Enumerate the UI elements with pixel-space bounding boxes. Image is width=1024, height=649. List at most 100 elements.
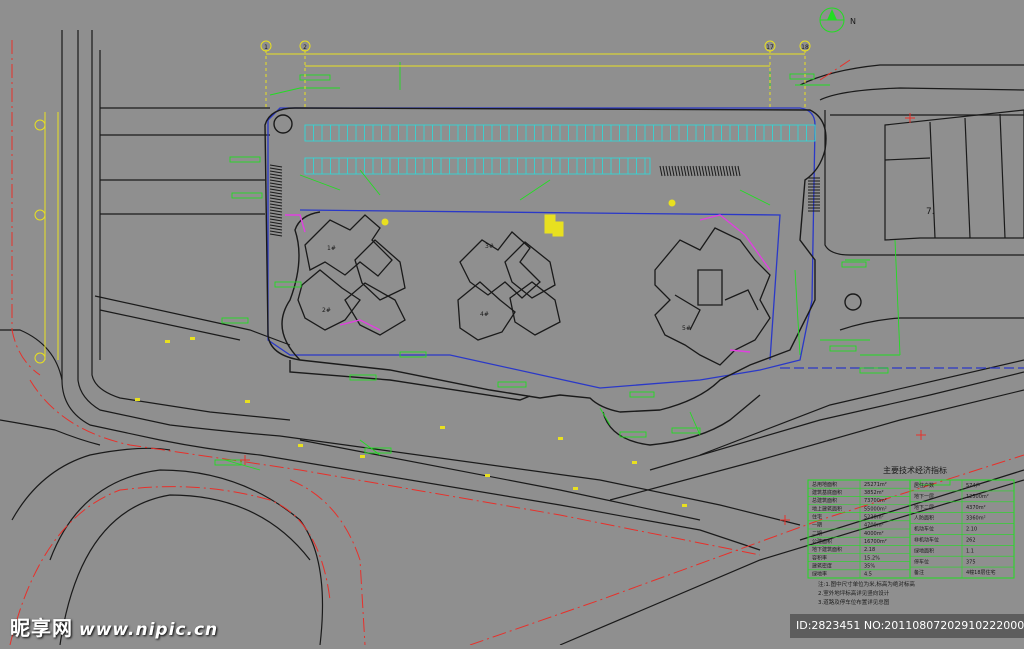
road-marker [573,487,578,490]
table-note: 3.道路及停车位布置详见总图 [818,598,890,606]
building-edges-magenta [285,214,771,353]
road-marker [360,455,365,458]
cad-site-plan: 1 2 17 18 N 1# 2# 3# 4# 5# 7. 主要技术经济指标 总… [0,0,1024,646]
north-label: N [850,17,856,26]
table-cell-value: 5230m² [864,515,884,521]
table-cell-value: 25271m² [864,482,887,488]
table-note: 2.室外地坪标高详见竖向设计 [818,589,890,597]
hatch-line [269,203,283,207]
table-cell-value: 4700m² [864,523,884,529]
road-marker [165,340,170,343]
hatch-line [269,227,283,231]
watermark-brand-text: 昵享网 [10,616,73,640]
annotation-tag [274,281,302,288]
hatch-line [731,165,735,177]
table-cell-label: 停车位 [914,558,929,565]
building-label: 5# [682,325,691,332]
annotation-tag [859,367,889,374]
road-marker [632,461,637,464]
hatch-line [269,173,283,177]
road-marker [245,400,250,403]
parking-row [304,157,651,175]
hatch-line [269,221,283,225]
yellow-markers [381,199,676,237]
road-marker [135,398,140,401]
road-centerlines [9,40,1024,646]
table-cell-label: 二期 [812,531,822,537]
table-cell-value: 3360m² [966,516,986,522]
building-label: 1# [327,245,336,252]
building-label: 2# [322,307,331,314]
hatch-line [269,176,283,180]
hatch-line [269,200,283,204]
table-cell-label: 建筑基底面积 [812,489,842,496]
hatch-line [722,165,726,177]
hatch-line [725,165,729,177]
road-marker [682,504,687,507]
road-marker [485,474,490,477]
grid-axis-bubbles: 1 2 17 18 [260,40,811,52]
annotation-tag [841,261,867,268]
table-cell-value: 73700m² [864,498,887,504]
grid-axis-label: 2 [303,44,307,51]
table-cell-value: 55000m² [864,506,887,512]
image-id-bar: ID:2823451 NO:20110807202910222000 [790,614,1024,638]
table-cell-label: 备注 [914,569,924,576]
table-note: 注:1.图中尺寸单位为米,标高为绝对标高 [818,580,915,588]
table-cell-value: 16700m² [864,539,887,545]
table-cell-value: 4.5 [864,572,872,578]
site-contour [264,107,862,446]
table-cell-label: 地下一层 [914,493,934,500]
table-cell-value: 4370m² [966,505,986,511]
table-cell-label: 容积率 [812,554,827,561]
road-marker [190,337,195,340]
grid-axis-label: 1 [264,44,268,51]
hatch-line [710,165,714,177]
hatch-line [269,224,283,228]
site-boundary [267,107,1024,389]
table-cell-value: 4幢18层住宅 [966,569,996,576]
hatch-line [269,170,283,174]
watermark-site-text: www.nipic.cn [79,620,219,640]
hatch-line [269,218,283,222]
hatch-line [707,165,711,177]
annotation-tag [497,381,527,388]
hatch-line [686,165,690,177]
hatch-line [659,165,663,177]
green-annotations [224,62,901,471]
table-cell-label: 建筑密度 [812,563,832,570]
existing-building-number: 7. [926,207,935,217]
hatch-line [680,165,684,177]
building-label: 4# [480,311,489,318]
hatch-line [662,165,666,177]
hatch-line [269,230,283,234]
watermark-brand: 昵享网 www.nipic.cn [10,612,218,641]
annotation-tag [671,427,701,434]
annotation-tag [789,73,815,80]
road-marker [298,444,303,447]
table-cell-label: 住宅 [812,514,822,521]
table-cell-label: 公建面积 [812,538,832,545]
road-marker [440,426,445,429]
green-tags [214,73,951,486]
table-cell-label: 地上建筑面积 [812,505,842,512]
building-label: 3# [485,243,494,250]
table-cell-label: 总建筑面积 [812,497,837,504]
annotation-tag [231,192,263,199]
hatch-line [689,165,693,177]
hatch-line [665,165,669,177]
table-cell-label: 非机动车位 [914,537,939,544]
annotation-tag [619,431,647,438]
table-cell-value: 3852m² [864,490,884,496]
road-markers [135,337,687,507]
table-cell-value: 35% [864,564,875,570]
table-cell-label: 总用地面积 [812,481,837,488]
hatch-line [269,197,283,201]
hatch-line [719,165,723,177]
table-cell-value: 4000m² [864,531,884,537]
annotation-tag [221,317,249,324]
hatch-line [674,165,678,177]
table-cell-value: 574户 [966,482,981,489]
hatch-line [269,188,283,192]
table-cell-value: 2.10 [966,527,977,533]
